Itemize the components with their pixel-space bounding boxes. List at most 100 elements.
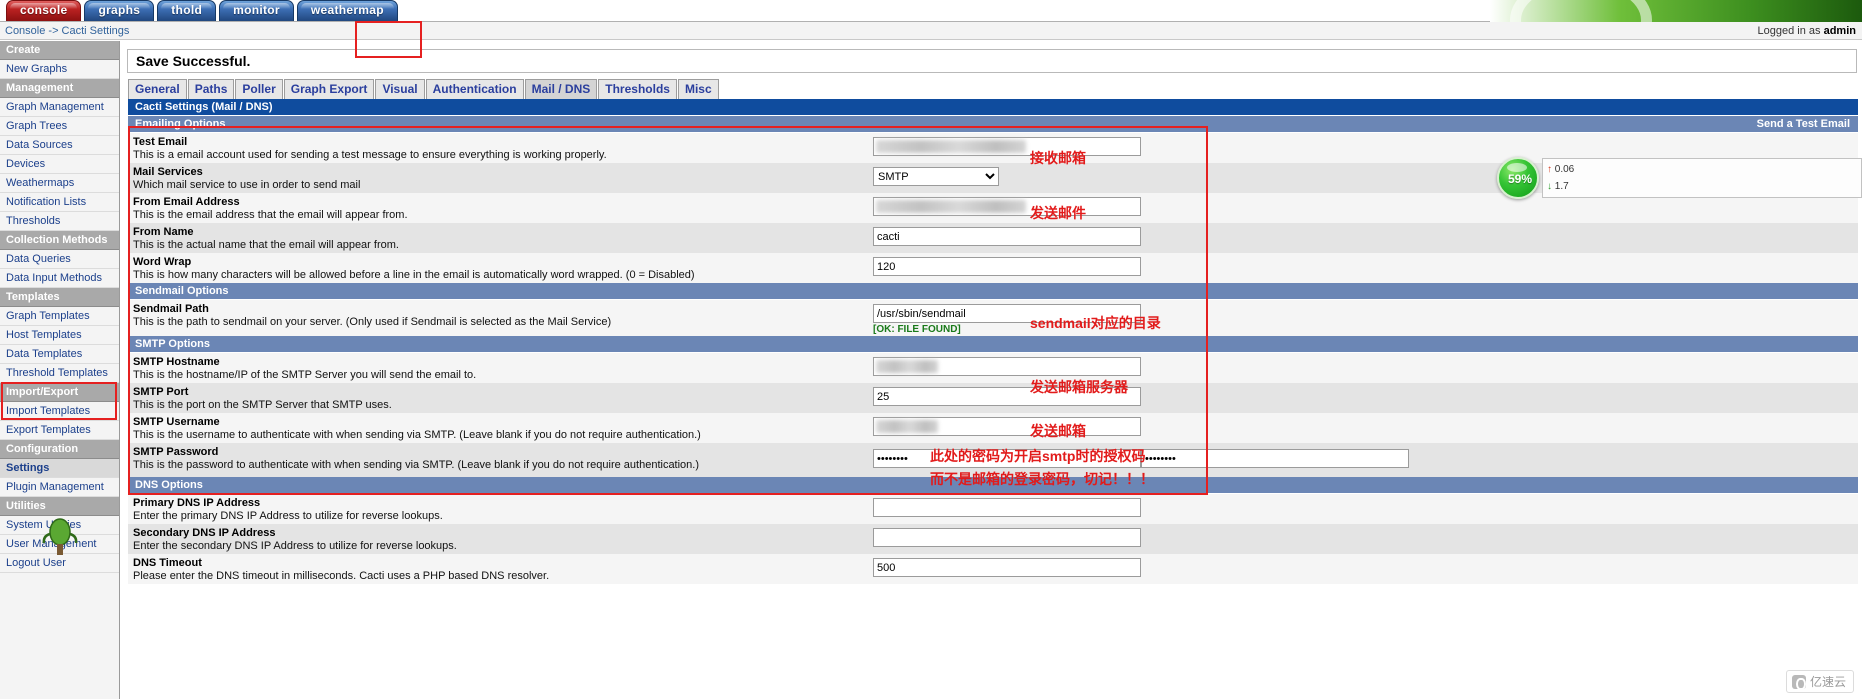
sidebar-item-data-templates[interactable]: Data Templates [0,345,119,364]
annotation-text: 而不是邮箱的登录密码，切记！！！ [930,471,1154,487]
field-control [873,558,1141,577]
word-wrap-input[interactable] [873,257,1141,276]
from-email-address-input[interactable] [873,197,1141,216]
upload-arrow-icon: ↑ [1547,164,1552,175]
save-success-message: Save Successful. [127,49,1857,73]
settings-row: DNS Timeout Please enter the DNS timeout … [128,554,1858,584]
sidebar-navigation: Create New Graphs Management Graph Manageme… [0,41,120,699]
field-description: This is the hostname/IP of the SMTP Serv… [133,369,477,381]
main-tab-weathermap[interactable]: weathermap [296,0,398,21]
sidebar-item-new-graphs[interactable]: New Graphs [0,60,119,79]
sidebar-item-thresholds[interactable]: Thresholds [0,212,119,231]
smtp-username-input[interactable] [873,417,1141,436]
field-label: From Name [133,226,194,238]
primary-dns-ip-address-input[interactable] [873,498,1141,517]
gauge-circle: 59% [1497,157,1539,199]
field-description: Please enter the DNS timeout in millisec… [133,570,550,582]
cpu-gauge-widget[interactable]: 59% [1497,157,1539,199]
tab-visual[interactable]: Visual [375,79,425,99]
tab-poller[interactable]: Poller [235,79,283,99]
sidebar-item-graph-trees[interactable]: Graph Trees [0,117,119,136]
main-tab-graphs[interactable]: graphs [84,0,155,21]
page-title: Cacti Settings (Mail / DNS) [128,99,1858,115]
sidebar-item-data-sources[interactable]: Data Sources [0,136,119,155]
logged-in-prefix: Logged in as [1757,25,1824,37]
field-label: Sendmail Path [133,303,209,315]
sidebar-group-header: Import/Export [0,383,119,402]
field-control [873,357,1141,376]
secondary-dns-ip-address-input[interactable] [873,528,1141,547]
sidebar-item-data-queries[interactable]: Data Queries [0,250,119,269]
header-decoration-graphic [1490,0,1862,22]
sidebar-item-weathermaps[interactable]: Weathermaps [0,174,119,193]
field-control [873,417,1141,436]
sidebar-item-graph-management[interactable]: Graph Management [0,98,119,117]
section-header-smtp-options: SMTP Options [128,336,1858,352]
field-control: SMTP [873,167,999,186]
sidebar-item-notification-lists[interactable]: Notification Lists [0,193,119,212]
annotation-text: 发送邮箱服务器 [1030,379,1128,395]
tab-misc[interactable]: Misc [677,79,719,99]
field-label: Word Wrap [133,256,192,268]
sidebar-item-devices[interactable]: Devices [0,155,119,174]
dns-timeout-input[interactable] [873,558,1141,577]
sidebar-item-host-templates[interactable]: Host Templates [0,326,119,345]
main-tab-monitor[interactable]: monitor [219,0,294,21]
field-label: SMTP Hostname [133,356,220,368]
settings-row: SMTP Username This is the username to aut… [128,413,1858,443]
field-control [873,227,1141,246]
tab-thresholds[interactable]: Thresholds [598,79,677,99]
field-label: SMTP Password [133,446,219,458]
breadcrumb[interactable]: Console -> Cacti Settings [5,25,129,37]
field-label: Secondary DNS IP Address [133,527,276,539]
sidebar-group-header: Templates [0,288,119,307]
mail-services-select[interactable]: SMTP [873,167,999,186]
field-control [873,528,1141,547]
sidebar-item-data-input-methods[interactable]: Data Input Methods [0,269,119,288]
sidebar-item-export-templates[interactable]: Export Templates [0,421,119,440]
sidebar-item-settings[interactable]: Settings [0,459,119,478]
sidebar-group-header: Create [0,41,119,60]
field-description: Enter the secondary DNS IP Address to ut… [133,540,457,552]
section-title: Sendmail Options [135,285,229,297]
section-header-sendmail-options: Sendmail Options [128,283,1858,299]
tab-paths[interactable]: Paths [187,79,235,99]
smtp-password-confirm-input[interactable] [1141,449,1409,468]
field-label: DNS Timeout [133,557,202,569]
settings-row: Word Wrap This is how many characters wil… [128,253,1858,283]
watermark-logo-icon [1791,674,1806,690]
annotation-text: 发送邮件 [1030,205,1086,221]
settings-row: SMTP Port This is the port on the SMTP Se… [128,383,1858,413]
field-control [873,257,1141,276]
logged-in-username: admin [1823,25,1856,37]
main-tab-thold[interactable]: thold [157,0,217,21]
tab-general[interactable]: General [128,79,187,99]
upload-value: 0.06 [1554,164,1575,175]
sidebar-item-graph-templates[interactable]: Graph Templates [0,307,119,326]
network-upload-line: ↑ 0.06 [1547,161,1857,178]
field-description: This is the port on the SMTP Server that… [133,399,392,411]
annotation-text: 此处的密码为开启smtp时的授权码 [930,448,1146,464]
smtp-hostname-input[interactable] [873,357,1141,376]
network-download-line: ↓ 1.7 [1547,178,1857,195]
field-label: SMTP Port [133,386,189,398]
tab-graph-export[interactable]: Graph Export [283,79,375,99]
cacti-logo-icon [42,518,78,555]
tab-mail-dns[interactable]: Mail / DNS [524,79,598,99]
watermark-text: 亿速云 [1809,675,1846,689]
sidebar-group-header: Collection Methods [0,231,119,250]
test-email-input[interactable] [873,137,1141,156]
field-label: Primary DNS IP Address [133,497,261,509]
from-name-input[interactable] [873,227,1141,246]
tab-authentication[interactable]: Authentication [425,79,524,99]
send-test-email-link[interactable]: Send a Test Email [1757,117,1850,131]
field-description: Which mail service to use in order to se… [133,179,361,191]
main-tab-monitor-label: monitor [233,3,280,17]
sidebar-item-threshold-templates[interactable]: Threshold Templates [0,364,119,383]
field-label: SMTP Username [133,416,220,428]
field-description: This is how many characters will be allo… [133,269,695,281]
sidebar-item-plugin-management[interactable]: Plugin Management [0,478,119,497]
settings-row: Sendmail Path This is the path to sendmai… [128,300,1858,336]
sidebar-item-import-templates[interactable]: Import Templates [0,402,119,421]
main-tab-console[interactable]: console [6,0,82,21]
